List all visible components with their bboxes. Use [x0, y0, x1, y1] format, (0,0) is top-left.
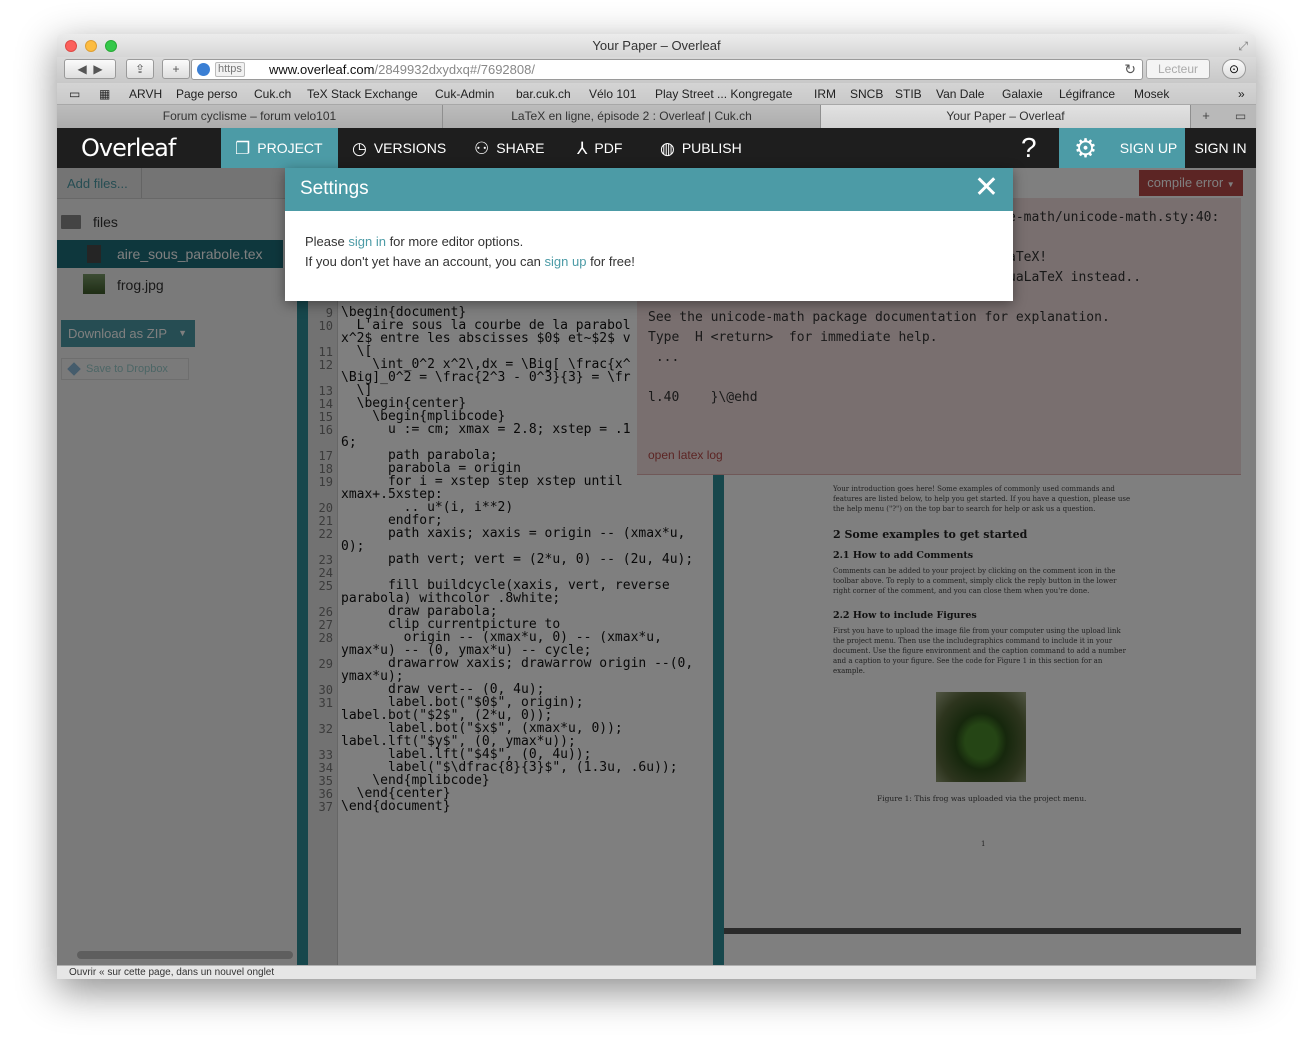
- bookmark-item[interactable]: Galaxie: [1002, 87, 1043, 101]
- bookmark-item[interactable]: Cuk.ch: [254, 87, 291, 101]
- reload-icon[interactable]: ↻: [1124, 60, 1136, 79]
- clock-icon: ◷: [352, 139, 367, 158]
- sign-up-link[interactable]: sign up: [545, 254, 587, 269]
- new-tab-icon[interactable]: +: [1191, 105, 1221, 128]
- new-tab-button[interactable]: +: [162, 59, 190, 79]
- tab-overleaf[interactable]: Your Paper – Overleaf: [821, 105, 1191, 128]
- share-icon[interactable]: ⇪: [126, 59, 154, 79]
- downloads-icon[interactable]: ⊙: [1222, 59, 1246, 79]
- bookmark-item[interactable]: SNCB: [850, 87, 883, 101]
- bookmarks-bar: ▭ ▦ ARVH Page perso Cuk.ch TeX Stack Exc…: [57, 83, 1256, 105]
- address-bar[interactable]: https www.overleaf.com/2849932dxydxq#/76…: [191, 59, 1143, 80]
- bookmark-item[interactable]: Légifrance: [1059, 87, 1115, 101]
- close-icon[interactable]: ✕: [974, 172, 999, 204]
- bookmark-item[interactable]: STIB: [895, 87, 922, 101]
- project-icon: ❐: [235, 139, 251, 158]
- url-host: www.overleaf.com: [269, 62, 375, 77]
- bookmark-item[interactable]: Cuk-Admin: [435, 87, 494, 101]
- status-bar: Ouvrir « sur cette page, dans un nouvel …: [57, 965, 1256, 979]
- https-badge: https: [215, 62, 245, 77]
- sign-in-link[interactable]: sign in: [348, 234, 386, 249]
- pdf-icon: ⅄: [577, 139, 588, 158]
- gear-icon[interactable]: ⚙: [1059, 128, 1112, 168]
- globe-icon: [197, 63, 210, 76]
- modal-body: Please sign in for more editor options. …: [305, 234, 635, 269]
- nav-pdf[interactable]: ⅄ PDF: [577, 128, 622, 168]
- fullscreen-icon[interactable]: ⤢: [1238, 39, 1248, 54]
- overleaf-logo[interactable]: Overleaf: [81, 134, 176, 162]
- tab-overview-icon[interactable]: ▭: [1225, 105, 1256, 128]
- overleaf-navbar: Overleaf ❐ PROJECT ◷ VERSIONS ⚇ SHARE ⅄ PDF …: [57, 128, 1256, 168]
- bookmark-item[interactable]: ARVH: [129, 87, 162, 101]
- tab-forum[interactable]: Forum cyclisme – forum velo101: [57, 105, 443, 128]
- nav-project[interactable]: ❐ PROJECT: [221, 128, 338, 168]
- more-bookmarks-icon[interactable]: »: [1238, 87, 1245, 101]
- top-sites-icon[interactable]: ▦: [99, 87, 110, 101]
- settings-modal: Settings ✕ Please sign in for more edito…: [285, 168, 1013, 301]
- globe-icon: ◍: [660, 139, 675, 158]
- signin-button[interactable]: SIGN IN: [1185, 128, 1256, 168]
- tab-bar: Forum cyclisme – forum velo101 LaTeX en …: [57, 105, 1256, 129]
- bookmark-item[interactable]: TeX Stack Exchange: [307, 87, 418, 101]
- window-title: Your Paper – Overleaf: [592, 38, 721, 53]
- nav-publish[interactable]: ◍ PUBLISH: [660, 128, 742, 168]
- tab-cuk[interactable]: LaTeX en ligne, épisode 2 : Overleaf | C…: [443, 105, 821, 128]
- bookmark-item[interactable]: IRM: [814, 87, 836, 101]
- bookmark-item[interactable]: Vélo 101: [589, 87, 636, 101]
- modal-title: Settings: [300, 178, 369, 199]
- bookmark-item[interactable]: Mosek: [1134, 87, 1169, 101]
- back-forward-buttons[interactable]: ◀ ▶: [64, 59, 116, 79]
- help-icon[interactable]: ?: [1021, 128, 1037, 168]
- title-bar: Your Paper – Overleaf ⤢: [57, 34, 1256, 57]
- url-path: /2849932dxydxq#/7692808/: [374, 62, 535, 77]
- browser-window: Your Paper – Overleaf ⤢ ◀ ▶ ⇪ + https ww…: [57, 34, 1256, 979]
- bookmark-item[interactable]: Play Street ... Kongregate: [655, 87, 792, 101]
- reader-button[interactable]: Lecteur: [1146, 59, 1210, 79]
- signup-button[interactable]: SIGN UP: [1112, 128, 1185, 168]
- reading-list-icon[interactable]: ▭: [69, 87, 80, 101]
- bookmark-item[interactable]: Van Dale: [936, 87, 984, 101]
- browser-toolbar: ◀ ▶ ⇪ + https www.overleaf.com/2849932dx…: [57, 57, 1256, 83]
- bookmark-item[interactable]: Page perso: [176, 87, 237, 101]
- nav-versions[interactable]: ◷ VERSIONS: [352, 128, 446, 168]
- people-icon: ⚇: [474, 139, 490, 158]
- nav-share[interactable]: ⚇ SHARE: [474, 128, 544, 168]
- bookmark-item[interactable]: bar.cuk.ch: [516, 87, 571, 101]
